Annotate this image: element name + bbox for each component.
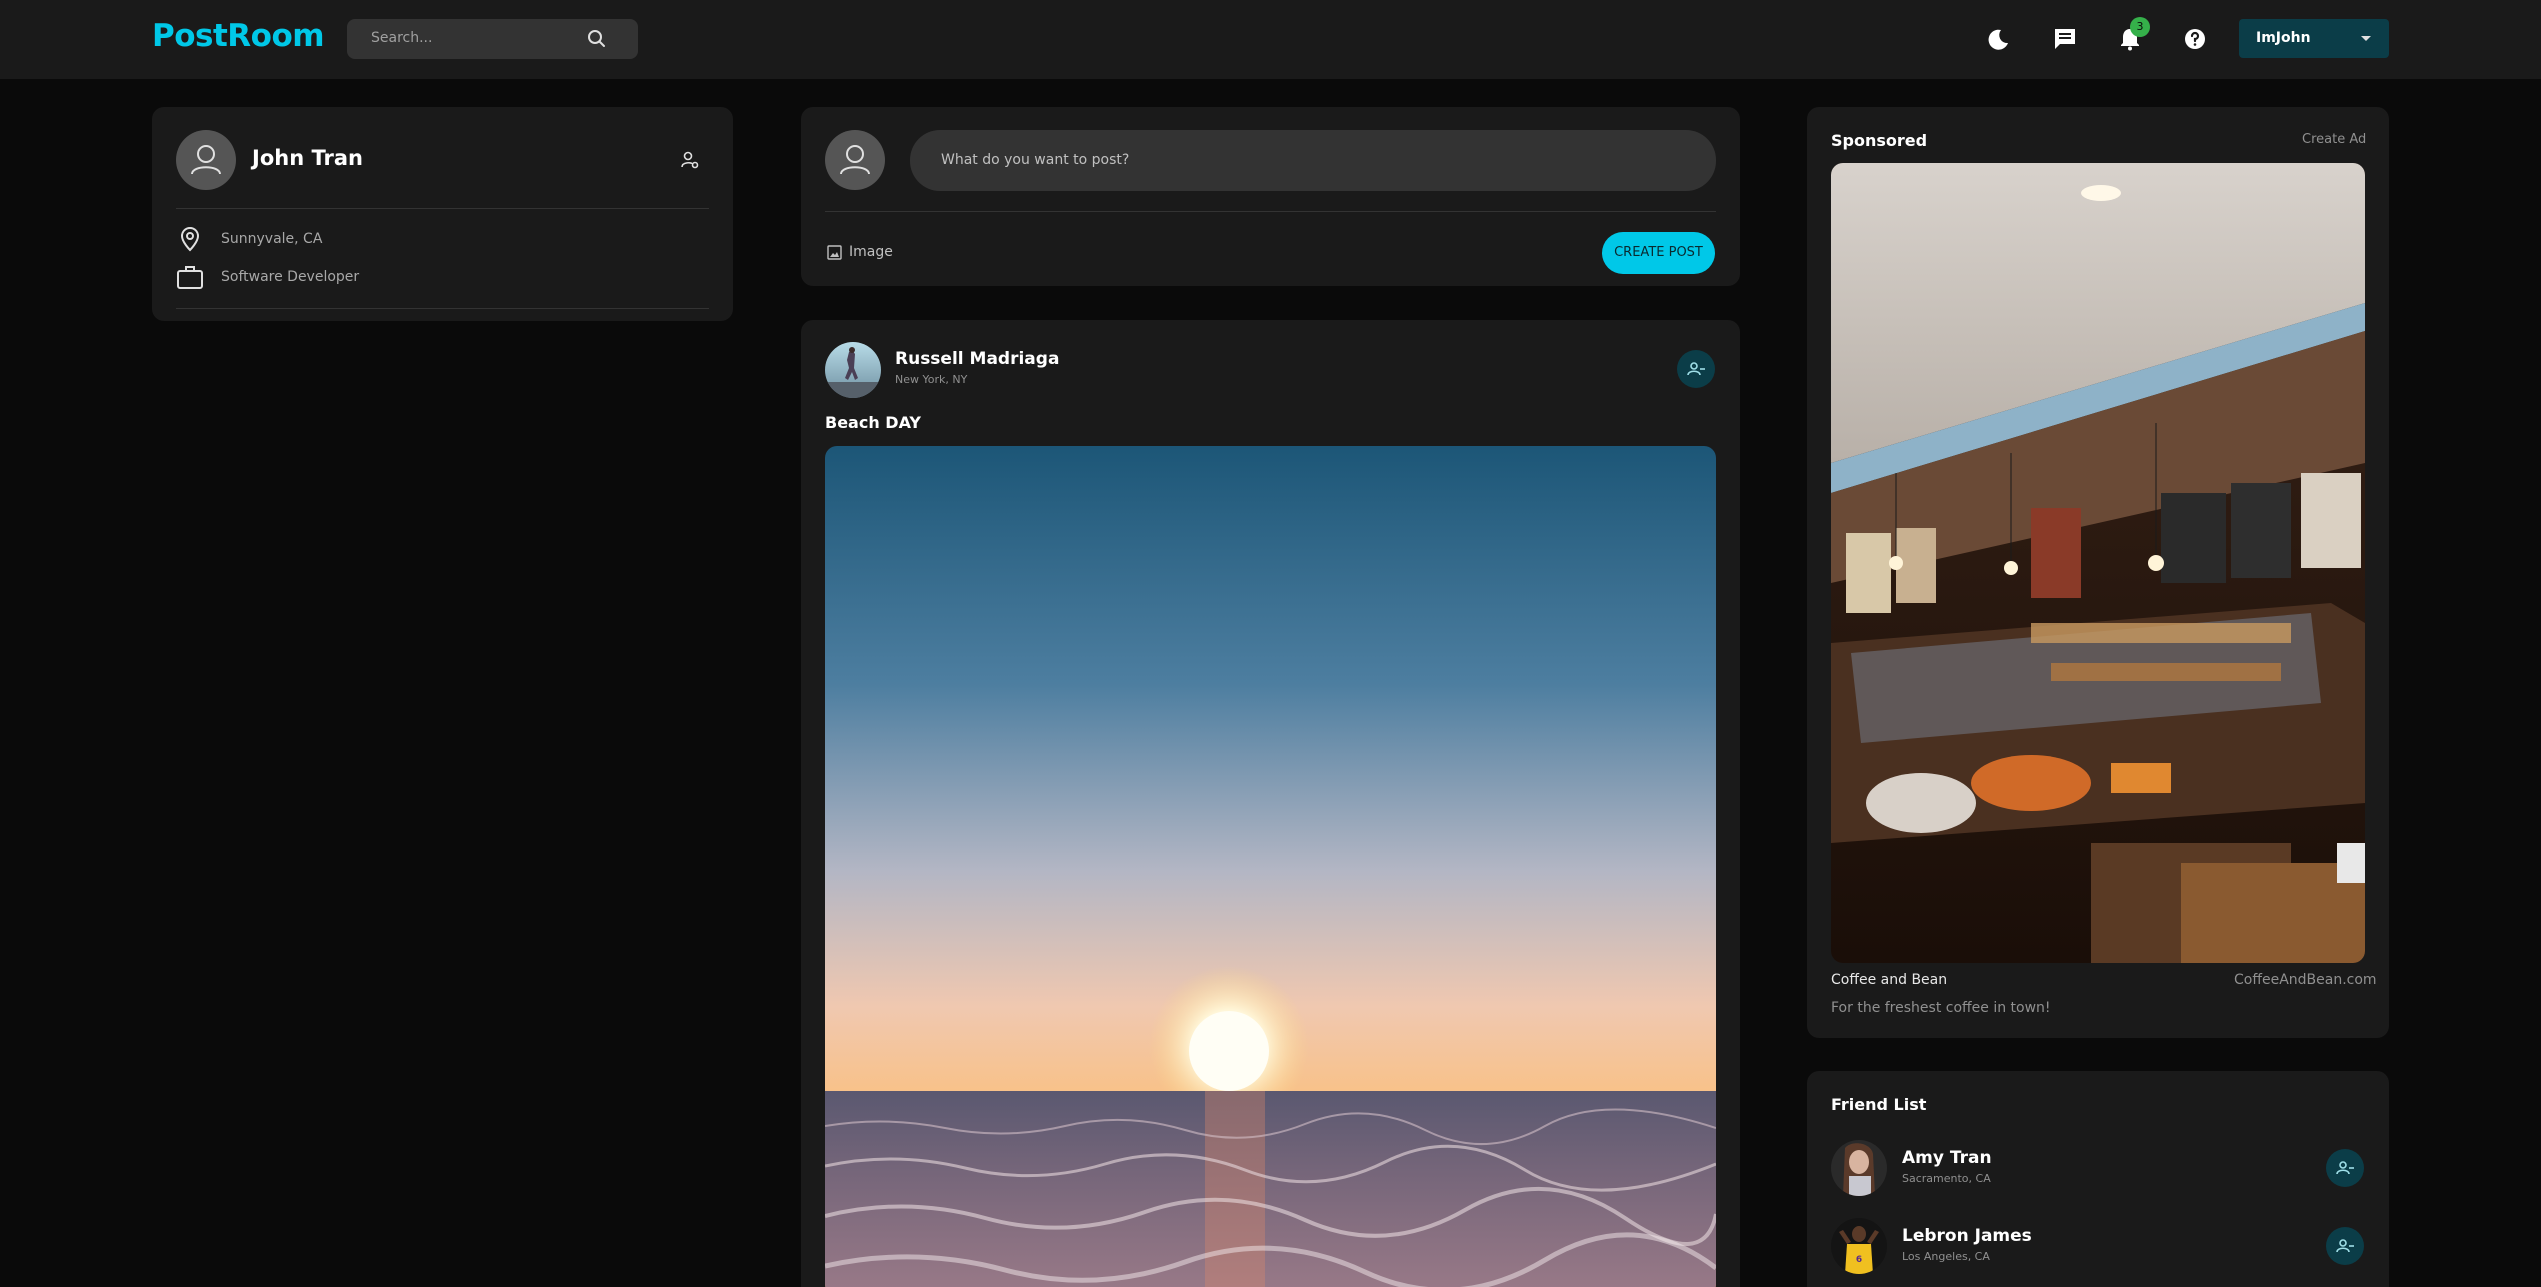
add-image-button[interactable]: Image (849, 244, 893, 260)
person-remove-icon (1687, 362, 1705, 376)
location-icon (180, 226, 200, 252)
dark-mode-icon[interactable] (1984, 24, 2014, 54)
chevron-down-icon (2361, 36, 2371, 41)
friend-location: Sacramento, CA (1902, 1172, 1991, 1185)
sponsored-title: Sponsored (1831, 131, 1928, 150)
search-input[interactable]: Search... (371, 30, 432, 46)
ad-website[interactable]: CoffeeAndBean.com (2234, 972, 2377, 988)
help-icon[interactable] (2180, 24, 2210, 54)
post-text: Beach DAY (825, 413, 922, 432)
user-icon (191, 145, 221, 175)
user-menu-label: ImJohn (2256, 30, 2311, 46)
profile-name[interactable]: John Tran (252, 146, 363, 170)
ad-tagline: For the freshest coffee in town! (1831, 1000, 2051, 1016)
profile-card (152, 107, 733, 321)
remove-friend-button[interactable] (2326, 1227, 2364, 1265)
create-ad-link[interactable]: Create Ad (2302, 132, 2366, 147)
post-image[interactable] (825, 446, 1716, 1287)
messages-icon[interactable] (2050, 24, 2080, 54)
profile-avatar[interactable] (176, 130, 236, 190)
composer-avatar (825, 130, 885, 190)
friend-name[interactable]: Amy Tran (1902, 1148, 1992, 1168)
brand-logo[interactable]: PostRoom (152, 18, 325, 54)
profile-divider-bottom (176, 308, 709, 309)
search-bar[interactable]: Search... (347, 19, 638, 59)
friend-list-title: Friend List (1831, 1095, 1927, 1114)
friend-avatar[interactable]: 6 (1831, 1218, 1887, 1274)
person-remove-icon (2336, 1239, 2354, 1253)
composer-divider (825, 211, 1716, 212)
profile-occupation: Software Developer (221, 269, 360, 285)
post-author-name[interactable]: Russell Madriaga (895, 349, 1059, 369)
beach-sunset-image (825, 446, 1716, 1287)
user-menu-select[interactable]: ImJohn (2239, 19, 2389, 58)
post-input-placeholder: What do you want to post? (941, 152, 1130, 168)
profile-location: Sunnyvale, CA (221, 231, 323, 247)
post-author-location: New York, NY (895, 373, 968, 386)
friend-location: Los Angeles, CA (1902, 1250, 1990, 1263)
post-author-avatar[interactable] (825, 342, 881, 398)
coffee-shop-image (1831, 163, 2365, 963)
notification-badge: 3 (2130, 17, 2150, 37)
image-icon[interactable] (827, 245, 842, 260)
search-icon[interactable] (585, 27, 609, 51)
create-post-button[interactable]: CREATE POST (1602, 232, 1715, 274)
remove-friend-button[interactable] (1677, 350, 1715, 388)
svg-text:6: 6 (1856, 1255, 1862, 1265)
friend-name[interactable]: Lebron James (1902, 1226, 2032, 1246)
remove-friend-button[interactable] (2326, 1149, 2364, 1187)
manage-account-icon[interactable] (680, 150, 700, 170)
user-icon (840, 145, 870, 175)
ad-name: Coffee and Bean (1831, 972, 1948, 988)
person-remove-icon (2336, 1161, 2354, 1175)
friend-avatar[interactable] (1831, 1140, 1887, 1196)
briefcase-icon (177, 266, 203, 289)
ad-image[interactable] (1831, 163, 2365, 963)
post-input[interactable]: What do you want to post? (910, 130, 1716, 191)
profile-divider (176, 208, 709, 209)
top-navbar: PostRoom Search... 3 ImJohn (0, 0, 2541, 79)
